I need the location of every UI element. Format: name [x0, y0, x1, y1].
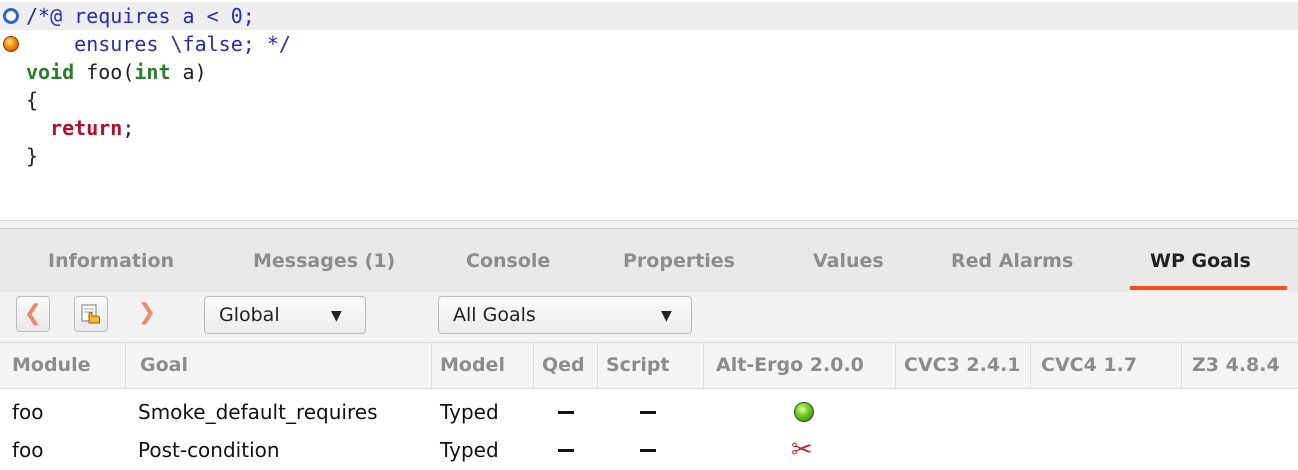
column-header-goal[interactable]: Goal	[126, 343, 432, 388]
qed-dash	[558, 411, 574, 414]
model-cell: Typed	[440, 438, 499, 462]
column-header-script[interactable]: Script	[598, 343, 704, 388]
chevron-left-icon: ❮	[23, 301, 43, 326]
goal-cell: Post-condition	[138, 438, 280, 462]
table-row[interactable]: foo Post-condition Typed ✂	[0, 430, 1298, 470]
tab-properties[interactable]: Properties	[623, 229, 735, 293]
chevron-right-icon: ❯	[137, 300, 157, 325]
hand-cursor-icon	[81, 304, 100, 324]
goal-filter-dropdown[interactable]: All Goals ▼	[438, 296, 692, 334]
next-button[interactable]: ❯	[130, 296, 164, 332]
valid-green-icon[interactable]	[794, 402, 814, 422]
chevron-down-icon: ▼	[331, 308, 342, 324]
tab-information[interactable]: Information	[48, 229, 174, 293]
failed-status-icon[interactable]	[3, 36, 19, 52]
scope-value: Global	[219, 304, 280, 326]
script-dash	[640, 411, 656, 414]
qed-dash	[558, 449, 574, 452]
tab-messages[interactable]: Messages (1)	[253, 229, 395, 293]
scope-dropdown[interactable]: Global ▼	[204, 296, 366, 334]
wp-goals-toolbar: ❮ ❯ Global ▼ All Goals ▼	[0, 292, 1298, 343]
wp-goals-table: Module Goal Model Qed Script Alt-Ergo 2.…	[0, 343, 1298, 470]
table-header: Module Goal Model Qed Script Alt-Ergo 2.…	[0, 343, 1298, 389]
code-line-3: void foo(int a)	[0, 58, 1298, 86]
function-name: foo(	[74, 60, 135, 84]
tab-console[interactable]: Console	[466, 229, 550, 293]
code-line-5: return;	[0, 114, 1298, 142]
keyword-return: return	[26, 116, 123, 140]
pending-status-icon[interactable]	[3, 8, 19, 24]
code-line-6: }	[0, 142, 1298, 170]
column-header-model[interactable]: Model	[432, 343, 534, 388]
keyword-int: int	[134, 60, 171, 84]
tab-red-alarms[interactable]: Red Alarms	[951, 229, 1073, 293]
code-line-1: /*@ requires a < 0;	[0, 2, 1298, 30]
active-tab-indicator	[1130, 286, 1287, 290]
code-text: void foo(int a)	[26, 58, 207, 86]
column-header-cvc4[interactable]: CVC4 1.7	[1031, 343, 1182, 388]
code-line-4: {	[0, 86, 1298, 114]
column-header-z3[interactable]: Z3 4.8.4	[1182, 343, 1298, 388]
module-cell: foo	[12, 400, 44, 424]
goal-cell: Smoke_default_requires	[138, 400, 378, 424]
table-row[interactable]: foo Smoke_default_requires Typed	[0, 392, 1298, 432]
semicolon: ;	[122, 116, 135, 140]
chevron-down-icon: ▼	[661, 308, 672, 324]
code-text: /*@ requires a < 0;	[26, 4, 255, 28]
code-text: return;	[26, 114, 134, 142]
module-cell: foo	[12, 438, 44, 462]
panel-tab-bar: Information Messages (1) Console Propert…	[0, 228, 1298, 293]
model-cell: Typed	[440, 400, 499, 424]
failed-scissors-icon[interactable]: ✂	[791, 434, 813, 466]
code-text: ensures \false; */	[26, 32, 291, 56]
column-header-qed[interactable]: Qed	[534, 343, 598, 388]
script-dash	[640, 449, 656, 452]
column-header-alt-ergo[interactable]: Alt-Ergo 2.0.0	[704, 343, 896, 388]
keyword-void: void	[26, 60, 75, 84]
column-header-cvc3[interactable]: CVC3 2.4.1	[896, 343, 1031, 388]
tab-values[interactable]: Values	[813, 229, 884, 293]
tab-wp-goals[interactable]: WP Goals	[1150, 229, 1251, 293]
filter-value: All Goals	[453, 304, 536, 326]
parameter: a)	[170, 60, 207, 84]
code-text: }	[26, 144, 39, 168]
previous-button[interactable]: ❮	[16, 296, 50, 332]
column-header-module[interactable]: Module	[0, 343, 126, 388]
code-line-2: ensures \false; */	[0, 30, 1298, 58]
source-code-pane[interactable]: /*@ requires a < 0; ensures \false; */ v…	[0, 0, 1298, 221]
focus-selection-button[interactable]	[74, 296, 108, 332]
code-text: {	[26, 88, 39, 112]
